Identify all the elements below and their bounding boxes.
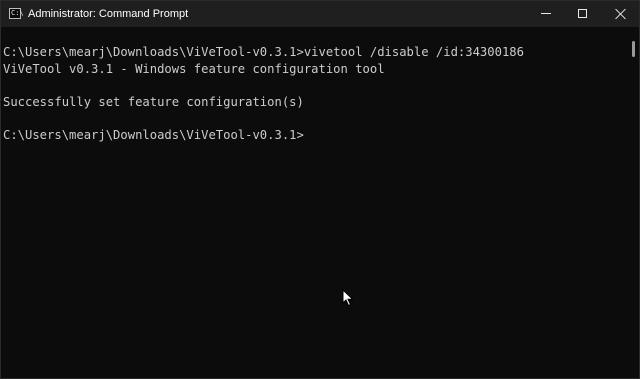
cmd-icon[interactable]: C:\: [9, 8, 24, 19]
console-line: ViVeTool v0.3.1 - Windows feature config…: [3, 62, 385, 76]
cmd-icon-glyph: C:\: [11, 9, 24, 17]
close-button[interactable]: [601, 1, 640, 27]
console-line: Successfully set feature configuration(s…: [3, 95, 304, 109]
mouse-pointer-icon: [342, 289, 354, 307]
window-title: Administrator: Command Prompt: [28, 8, 189, 20]
console-output[interactable]: C:\Users\mearj\Downloads\ViVeTool-v0.3.1…: [1, 27, 627, 378]
close-icon: [615, 8, 627, 20]
maximize-icon: [578, 9, 587, 18]
command-prompt-window: C:\ Administrator: Command Prompt C:\Use…: [0, 0, 640, 379]
minimize-button[interactable]: [526, 1, 566, 27]
console-line: C:\Users\mearj\Downloads\ViVeTool-v0.3.1…: [3, 45, 524, 59]
scrollbar-thumb[interactable]: [632, 41, 635, 57]
vertical-scrollbar[interactable]: [628, 27, 639, 378]
minimize-icon: [541, 13, 551, 14]
console-prompt-line: C:\Users\mearj\Downloads\ViVeTool-v0.3.1…: [3, 128, 304, 142]
maximize-button[interactable]: [563, 1, 603, 27]
title-bar[interactable]: C:\ Administrator: Command Prompt: [1, 1, 639, 27]
